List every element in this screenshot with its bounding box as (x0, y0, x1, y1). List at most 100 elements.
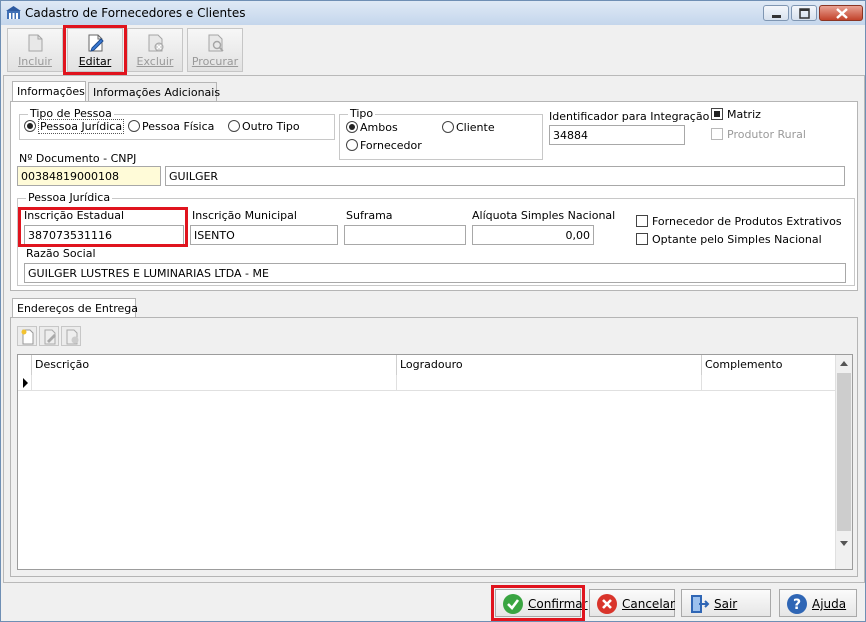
row-indicator (18, 375, 32, 391)
tipo-title: Tipo (348, 107, 376, 120)
close-icon (836, 8, 848, 19)
scroll-up-button[interactable] (836, 355, 852, 372)
identificador-input[interactable]: 34884 (549, 125, 685, 145)
row-pointer-icon (23, 378, 28, 388)
col-logradouro[interactable]: Logradouro (397, 355, 702, 375)
ajuda-button[interactable]: ? Ajuda (779, 589, 857, 617)
delete-document-icon (66, 329, 79, 345)
radio-ambos-label: Ambos (360, 121, 398, 134)
tipo-group: Tipo Ambos Cliente Fornecedor (339, 107, 543, 160)
edit-document-icon (44, 329, 56, 345)
aliquota-input[interactable]: 0,00 (472, 225, 594, 245)
window-title: Cadastro de Fornecedores e Clientes (25, 6, 246, 20)
col-complemento[interactable]: Complemento (702, 355, 836, 375)
radio-fornecedor-label: Fornecedor (360, 139, 422, 152)
pessoa-juridica-group: Pessoa Jurídica Inscrição Estadual 38707… (17, 191, 855, 286)
nome-fantasia-input[interactable]: GUILGER (165, 166, 845, 186)
radio-pessoa-juridica[interactable]: Pessoa Jurídica (24, 119, 125, 134)
cancelar-label: Cancelar (622, 597, 675, 611)
radio-unselected-icon (228, 120, 240, 132)
enderecos-grid[interactable]: Descrição Logradouro Complemento (17, 354, 853, 570)
matriz-checkbox[interactable]: Matriz (711, 108, 761, 121)
radio-fornecedor[interactable]: Fornecedor (346, 139, 422, 152)
col-descricao[interactable]: Descrição (32, 355, 397, 375)
minimize-icon (772, 15, 781, 18)
suframa-label: Suframa (346, 209, 393, 222)
razao-social-label: Razão Social (26, 247, 96, 260)
inscricao-municipal-input[interactable]: ISENTO (190, 225, 338, 245)
grid-vertical-scrollbar[interactable] (835, 355, 852, 569)
radio-unselected-icon (128, 120, 140, 132)
edit-endereco-button[interactable] (39, 326, 59, 346)
minimize-button[interactable] (763, 5, 789, 21)
checkbox-unchecked-icon (636, 215, 648, 227)
radio-pessoa-fisica-label: Pessoa Física (142, 120, 215, 133)
check-circle-icon (503, 594, 523, 614)
editar-button[interactable]: Editar (67, 28, 123, 72)
editar-label: Editar (78, 55, 112, 68)
radio-pessoa-juridica-label: Pessoa Jurídica (38, 119, 125, 134)
aliquota-label: Alíquota Simples Nacional (472, 209, 616, 222)
close-window-button[interactable] (819, 5, 863, 21)
new-document-icon (28, 34, 43, 52)
radio-outro-tipo-label: Outro Tipo (242, 120, 300, 133)
excluir-button[interactable]: Excluir (127, 28, 183, 72)
produtor-rural-label: Produtor Rural (727, 128, 806, 141)
inscricao-estadual-input[interactable]: 387073531116 (24, 225, 184, 245)
radio-cliente[interactable]: Cliente (442, 121, 495, 134)
documento-label: Nº Documento - CNPJ (19, 152, 137, 165)
pessoa-juridica-title: Pessoa Jurídica (26, 191, 113, 204)
checkbox-unchecked-icon (711, 128, 723, 140)
tab-enderecos-entrega[interactable]: Endereços de Entrega (12, 298, 138, 319)
grid-indicator-header (18, 355, 32, 375)
checkbox-checked-icon (711, 108, 723, 120)
optante-simples-checkbox[interactable]: Optante pelo Simples Nacional (636, 233, 822, 246)
incluir-label: Incluir (18, 55, 52, 68)
radio-ambos[interactable]: Ambos (346, 121, 398, 134)
delete-endereco-button[interactable] (61, 326, 81, 346)
toolbar: Incluir Editar Excluir Procurar (3, 25, 865, 75)
title-bar[interactable]: Cadastro de Fornecedores e Clientes (1, 1, 865, 25)
procurar-button[interactable]: Procurar (187, 28, 243, 72)
documento-input[interactable]: 00384819000108 (17, 166, 161, 186)
identificador-label: Identificador para Integração (549, 110, 710, 123)
fornecedor-extrativos-label: Fornecedor de Produtos Extrativos (652, 215, 842, 228)
suframa-input[interactable] (344, 225, 466, 245)
radio-outro-tipo[interactable]: Outro Tipo (228, 120, 300, 133)
cell-logradouro[interactable] (397, 375, 702, 391)
tab-informacoes[interactable]: Informações (12, 81, 86, 102)
fornecedor-extrativos-checkbox[interactable]: Fornecedor de Produtos Extrativos (636, 215, 842, 228)
produtor-rural-checkbox[interactable]: Produtor Rural (711, 128, 806, 141)
chevron-up-icon (840, 361, 848, 366)
radio-unselected-icon (442, 121, 454, 133)
table-row[interactable] (18, 375, 836, 391)
razao-social-input[interactable]: GUILGER LUSTRES E LUMINARIAS LTDA - ME (24, 263, 846, 283)
add-endereco-button[interactable] (17, 326, 37, 346)
delete-document-icon (148, 34, 164, 52)
sair-button[interactable]: Sair (681, 589, 771, 617)
building-icon (6, 6, 21, 20)
main-window: Cadastro de Fornecedores e Clientes Incl… (0, 0, 866, 622)
grid-header: Descrição Logradouro Complemento (18, 355, 836, 375)
matriz-label: Matriz (727, 108, 761, 121)
radio-selected-icon (346, 121, 358, 133)
cancelar-button[interactable]: Cancelar (589, 589, 675, 617)
confirmar-button[interactable]: Confirmar (495, 589, 588, 617)
cell-descricao[interactable] (32, 375, 397, 391)
search-document-icon (208, 34, 224, 52)
bottom-button-bar: Confirmar Cancelar Sair ? Ajuda (1, 585, 865, 621)
sair-label: Sair (714, 597, 738, 611)
radio-cliente-label: Cliente (456, 121, 495, 134)
checkbox-unchecked-icon (636, 233, 648, 245)
radio-pessoa-fisica[interactable]: Pessoa Física (128, 120, 214, 133)
enderecos-page: Descrição Logradouro Complemento (10, 317, 858, 577)
tipo-pessoa-group: Tipo de Pessoa Pessoa Jurídica Pessoa Fí… (19, 107, 335, 140)
maximize-button[interactable] (791, 5, 817, 21)
incluir-button[interactable]: Incluir (7, 28, 63, 72)
scroll-thumb[interactable] (837, 373, 851, 531)
scroll-down-button[interactable] (836, 535, 852, 552)
cell-complemento[interactable] (702, 375, 836, 391)
tab-informacoes-adicionais[interactable]: Informações Adicionais (88, 82, 220, 102)
help-circle-icon: ? (787, 594, 807, 614)
edit-document-icon (88, 34, 104, 52)
